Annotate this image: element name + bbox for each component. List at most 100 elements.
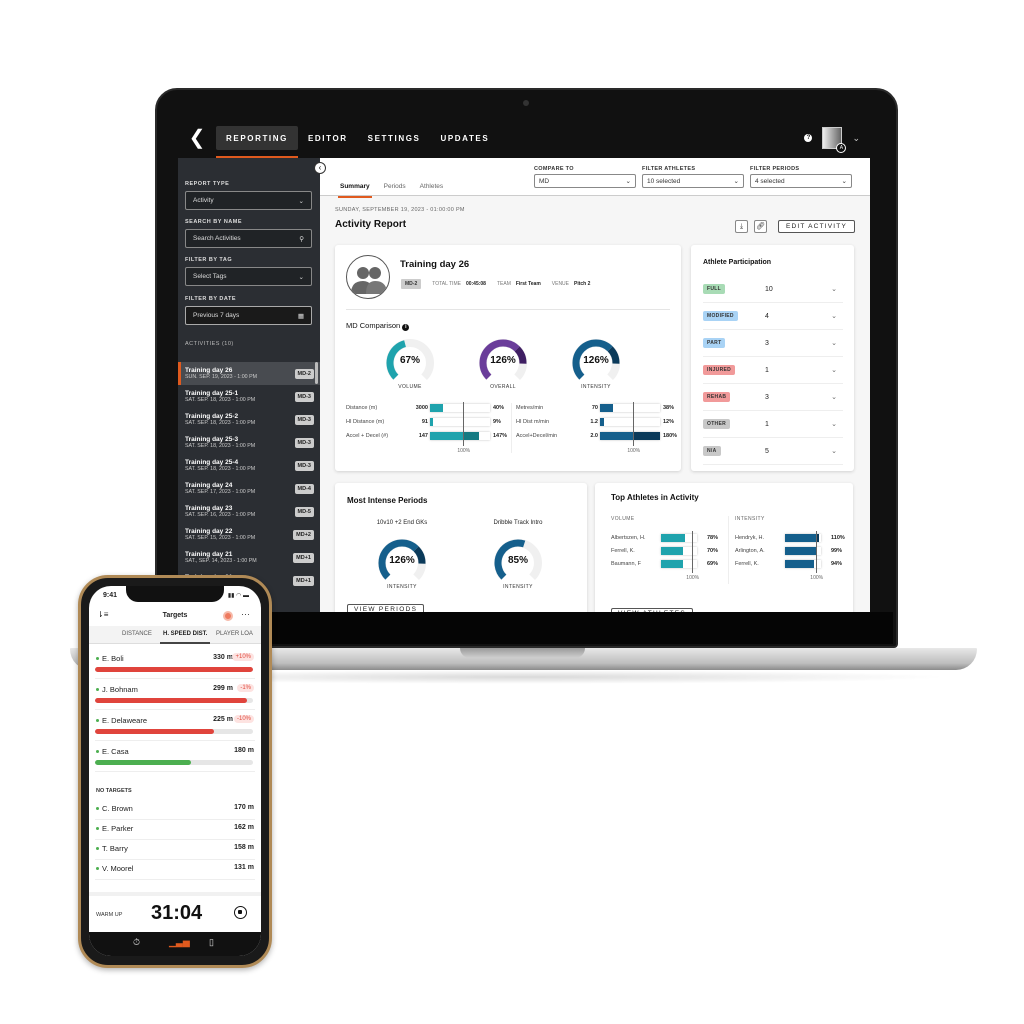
phone-tab-hsd[interactable]: H. SPEED DIST. bbox=[159, 631, 211, 644]
activity-text: Training day 24 SAT. SEP. 17, 2023 - 1:00… bbox=[185, 482, 255, 495]
activity-item[interactable]: Training day 25-3 SAT. SEP. 18, 2023 - 1:… bbox=[178, 431, 320, 454]
activity-tag: MD-3 bbox=[294, 414, 314, 425]
tab-periods[interactable]: Periods bbox=[384, 183, 406, 195]
activity-item[interactable]: Training day 24 SAT. SEP. 17, 2023 - 1:00… bbox=[178, 477, 320, 500]
activity-list-scrollbar[interactable] bbox=[315, 362, 318, 384]
activity-item[interactable]: Training day 26 SUN. SEP. 19, 2023 - 1:00… bbox=[178, 362, 320, 385]
player-distance: 158 m bbox=[234, 844, 254, 851]
participation-row[interactable]: INJURED 1 ⌄ bbox=[703, 357, 843, 384]
nav-editor[interactable]: EDITOR bbox=[298, 118, 358, 158]
period-timer: 31:04 bbox=[151, 902, 203, 924]
status-dot bbox=[96, 807, 99, 810]
activity-date: SAT. SEP. 18, 2023 - 1:00 PM bbox=[185, 443, 256, 449]
athlete-name: Baumann, F bbox=[611, 561, 641, 567]
status-icons: ▮▮ ◠ ▬ bbox=[227, 593, 249, 599]
participation-row[interactable]: OTHER 1 ⌄ bbox=[703, 411, 843, 438]
stop-icon[interactable] bbox=[234, 906, 247, 919]
activity-item[interactable]: Training day 25-1 SAT. SEP. 18, 2023 - 1:… bbox=[178, 385, 320, 408]
activity-name: Training day 26 bbox=[185, 367, 233, 374]
nav-settings[interactable]: SETTINGS bbox=[358, 118, 431, 158]
participation-row[interactable]: N/A 5 ⌄ bbox=[703, 438, 843, 465]
filter-periods-select[interactable]: 4 selected ⌄ bbox=[750, 174, 852, 188]
bar-metric-name: Accel + Decel (#) bbox=[346, 433, 389, 439]
target-icon[interactable] bbox=[223, 611, 233, 621]
help-icon[interactable]: ? bbox=[804, 134, 813, 142]
tag-filter-select[interactable]: Select Tags ⌄ bbox=[185, 267, 312, 286]
md-tag: MD-2 bbox=[401, 279, 422, 289]
participation-row[interactable]: FULL 10 ⌄ bbox=[703, 276, 843, 303]
nav-updates[interactable]: UPDATES bbox=[430, 118, 499, 158]
comparison-bar-row: HI Distance (m) 91 9% bbox=[346, 416, 511, 430]
chevron-down-icon: ⌄ bbox=[298, 273, 304, 281]
chevron-down-icon[interactable]: ⌄ bbox=[831, 339, 837, 347]
gauge-label: VOLUME bbox=[398, 384, 422, 390]
bar-metric-name: HI Dist m/min bbox=[516, 419, 549, 425]
bar-fill bbox=[430, 432, 464, 440]
activity-name: Training day 25-4 bbox=[185, 459, 239, 466]
download-icon[interactable]: ⤓ bbox=[735, 220, 748, 233]
activity-item[interactable]: Training day 21SAT., SEP. 14, 2023 - 1:0… bbox=[178, 546, 320, 569]
user-avatar[interactable]: A bbox=[822, 127, 847, 153]
athlete-row[interactable]: Albertszen, H. 78% bbox=[611, 533, 726, 545]
activity-item[interactable]: Training day 25-2 SAT. SEP. 18, 2023 - 1:… bbox=[178, 408, 320, 431]
more-icon[interactable]: ··· bbox=[241, 609, 250, 619]
phone-tab-player-load[interactable]: PLAYER LOA bbox=[216, 631, 253, 637]
no-target-row[interactable]: E. Parker 162 m bbox=[95, 820, 255, 840]
target-row[interactable]: E. Delaweare 225 m -10% bbox=[95, 710, 255, 741]
edit-activity-button[interactable]: EDIT ACTIVITY bbox=[778, 220, 855, 233]
chevron-down-icon[interactable]: ⌄ bbox=[831, 312, 837, 320]
chart-icon[interactable]: ▁▃▅ bbox=[169, 937, 190, 948]
info-icon[interactable]: i bbox=[402, 324, 410, 331]
brand-logo-icon[interactable]: ❮ bbox=[186, 127, 208, 149]
view-athletes-button[interactable]: VIEW ATHLETES bbox=[611, 608, 694, 612]
chevron-down-icon[interactable]: ⌄ bbox=[831, 420, 837, 428]
chevron-down-icon[interactable]: ⌄ bbox=[831, 393, 837, 401]
chevron-down-icon[interactable]: ⌄ bbox=[831, 366, 837, 374]
view-periods-button[interactable]: VIEW PERIODS bbox=[347, 604, 425, 612]
participation-row[interactable]: REHAB 3 ⌄ bbox=[703, 384, 843, 411]
md-comparison-title: MD Comparison i bbox=[346, 321, 410, 331]
chevron-down-icon[interactable]: ⌄ bbox=[831, 285, 837, 293]
participation-row[interactable]: PART 3 ⌄ bbox=[703, 330, 843, 357]
tab-athletes[interactable]: Athletes bbox=[420, 183, 444, 195]
activity-item[interactable]: Training day 22 SAT. SEP. 15, 2023 - 1:00… bbox=[178, 523, 320, 546]
nav-reporting[interactable]: REPORTING bbox=[216, 126, 298, 158]
filter-athletes-select[interactable]: 10 selected ⌄ bbox=[642, 174, 744, 188]
participation-badge: OTHER bbox=[703, 419, 730, 429]
athlete-name: Hendryk, H. bbox=[735, 535, 765, 541]
activity-item[interactable]: Training day 23 SAT. SEP. 16, 2023 - 1:00… bbox=[178, 500, 320, 523]
link-icon[interactable]: 🔗︎ bbox=[754, 220, 767, 233]
bar-over-fill bbox=[633, 432, 660, 440]
target-row[interactable]: E. Casa 180 m bbox=[95, 741, 255, 772]
bar-metric-value: 3000 bbox=[415, 405, 428, 411]
athlete-row[interactable]: Arlington, A. 99% bbox=[735, 546, 850, 558]
target-row[interactable]: J. Bohnam 299 m -1% bbox=[95, 679, 255, 710]
webcam bbox=[523, 100, 529, 106]
reference-line-100 bbox=[816, 531, 818, 573]
search-input[interactable]: Search Activities ⚲ bbox=[185, 229, 312, 248]
status-dot bbox=[96, 827, 99, 830]
phone-tab-distance[interactable]: DISTANCE bbox=[122, 631, 152, 637]
athlete-row[interactable]: Baumann, F 69% bbox=[611, 559, 726, 571]
date-filter-input[interactable]: Previous 7 days ▦ bbox=[185, 306, 312, 325]
compare-to-select[interactable]: MD ⌄ bbox=[534, 174, 636, 188]
device-icon[interactable]: ▯ bbox=[209, 937, 214, 948]
no-target-row[interactable]: V. Moorel 131 m bbox=[95, 860, 255, 880]
collapse-sidebar-icon[interactable]: ‹ bbox=[314, 162, 326, 174]
tab-summary[interactable]: Summary bbox=[338, 183, 372, 198]
activity-item[interactable]: Training day 25-4 SAT. SEP. 18, 2023 - 1:… bbox=[178, 454, 320, 477]
activity-datetime: SUNDAY, SEPTEMBER 19, 2023 - 01:00:00 PM bbox=[335, 207, 465, 213]
athlete-row[interactable]: Hendryk, H. 110% bbox=[735, 533, 850, 545]
target-row[interactable]: E. Boli 330 m +10% bbox=[95, 648, 255, 679]
chevron-down-icon[interactable]: ⌄ bbox=[852, 133, 860, 144]
athlete-row[interactable]: Ferrell, K. 94% bbox=[735, 559, 850, 571]
athlete-row[interactable]: Ferrell, K. 70% bbox=[611, 546, 726, 558]
phone-tabs: DISTANCE H. SPEED DIST. PLAYER LOA bbox=[89, 626, 261, 644]
change-badge: +10% bbox=[232, 653, 254, 661]
chevron-down-icon[interactable]: ⌄ bbox=[831, 447, 837, 455]
no-target-row[interactable]: T. Barry 158 m bbox=[95, 840, 255, 860]
report-type-select[interactable]: Activity ⌄ bbox=[185, 191, 312, 210]
no-target-row[interactable]: C. Brown 170 m bbox=[95, 800, 255, 820]
stopwatch-icon[interactable]: ⏱︎ bbox=[133, 937, 140, 948]
participation-row[interactable]: MODIFIED 4 ⌄ bbox=[703, 303, 843, 330]
